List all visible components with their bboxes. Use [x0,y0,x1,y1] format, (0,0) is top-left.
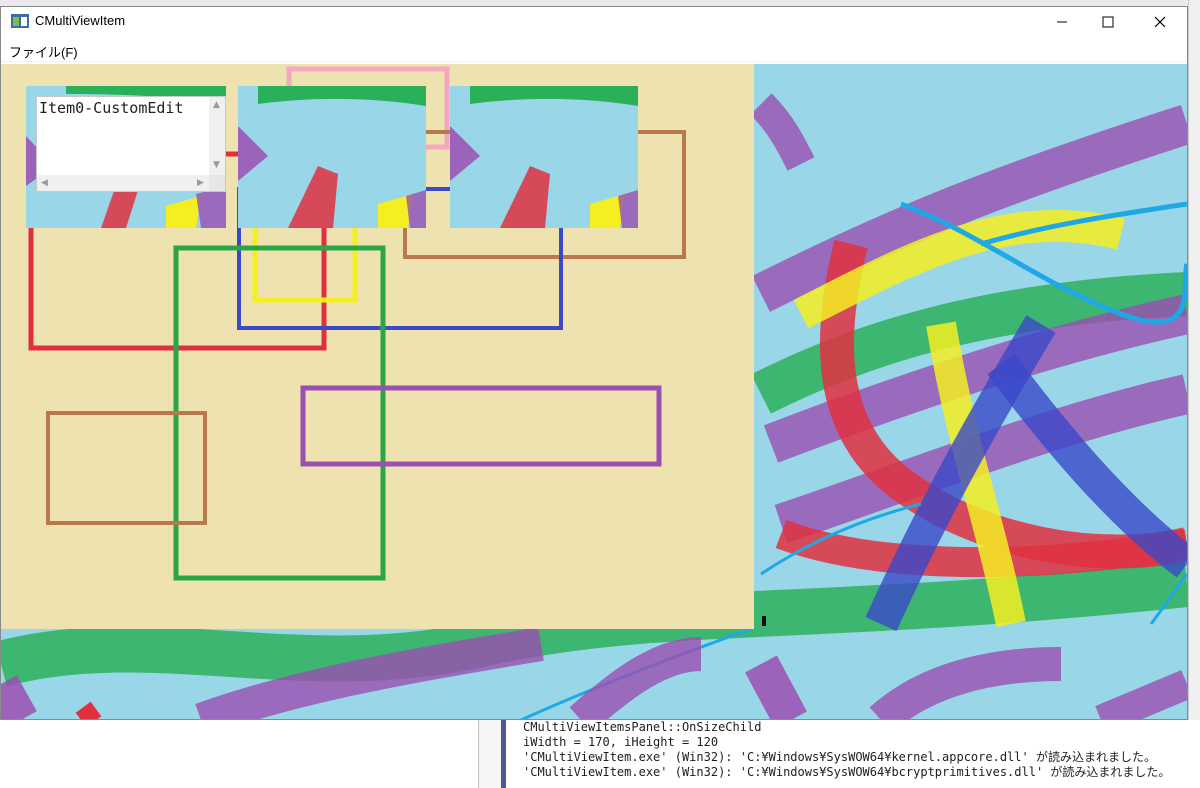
scroll-corner [209,175,225,191]
window-title: CMultiViewItem [35,13,126,28]
minimize-button[interactable] [1039,7,1085,37]
output-lines: CMultiViewItemsPanel::OnSizeChild iWidth… [523,720,1170,780]
menu-file[interactable]: ファイル(F) [9,42,78,61]
output-line: iWidth = 170, iHeight = 120 [523,735,719,749]
title-bar[interactable]: CMultiViewItem [1,7,1187,37]
close-button[interactable] [1137,7,1183,37]
menu-bar: ファイル(F) [1,39,1187,62]
minimize-icon [1057,21,1067,23]
close-icon [1154,16,1166,28]
output-line: 'CMultiViewItem.exe' (Win32): 'C:¥Window… [523,750,1156,764]
scroll-down-icon[interactable]: ▼ [213,161,220,170]
item-view-1[interactable] [238,86,426,228]
vertical-scrollbar[interactable]: ▲ ▼ [209,97,225,175]
app-window: CMultiViewItem ファイル(F) Item0-CustomEdit … [0,6,1188,720]
output-line: CMultiViewItemsPanel::OnSizeChild [523,720,762,734]
custom-edit[interactable]: Item0-CustomEdit ▲ ▼ ◀ ▶ [36,96,226,192]
custom-edit-text: Item0-CustomEdit [39,99,184,117]
maximize-icon [1102,16,1114,28]
scroll-left-icon[interactable]: ◀ [41,179,48,188]
background-window-edge [1188,0,1200,788]
output-gutter [479,720,506,788]
output-pane: CMultiViewItemsPanel::OnSizeChild iWidth… [478,720,1200,788]
scroll-right-icon[interactable]: ▶ [197,179,204,188]
item-view-0[interactable]: Item0-CustomEdit ▲ ▼ ◀ ▶ [26,86,226,228]
item-view-thumbnail [450,86,638,228]
item-view-2[interactable] [450,86,638,228]
items-panel[interactable]: Item0-CustomEdit ▲ ▼ ◀ ▶ [1,64,754,629]
mouse-cursor-icon [762,616,766,626]
app-icon [11,14,29,28]
item-view-thumbnail [238,86,426,228]
output-line: 'CMultiViewItem.exe' (Win32): 'C:¥Window… [523,765,1171,779]
maximize-button[interactable] [1085,7,1131,37]
client-area[interactable]: Item0-CustomEdit ▲ ▼ ◀ ▶ [1,64,1187,719]
horizontal-scrollbar[interactable]: ◀ ▶ [37,175,209,191]
scroll-up-icon[interactable]: ▲ [213,101,220,110]
